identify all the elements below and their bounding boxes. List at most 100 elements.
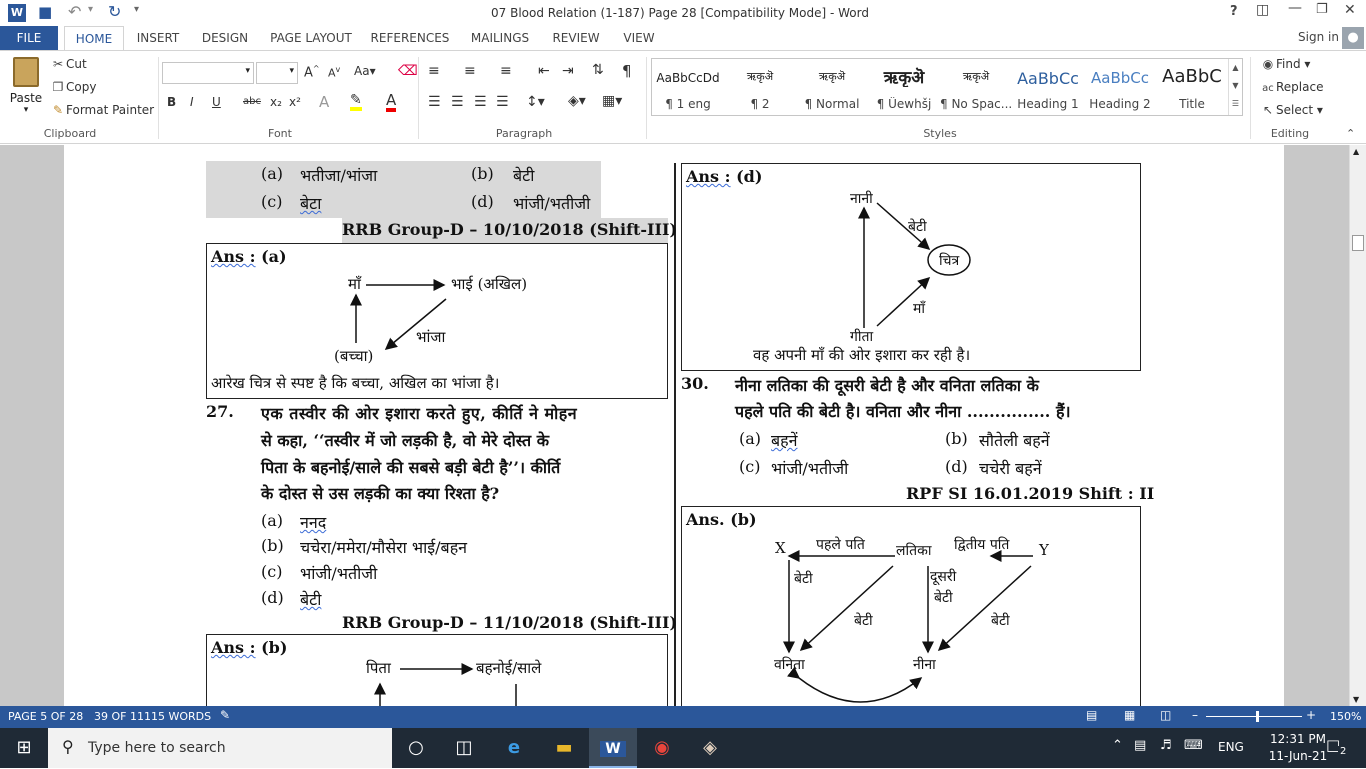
file-explorer-icon[interactable]: ▬	[540, 728, 588, 768]
find-button[interactable]: ◉ Find ▾	[1260, 57, 1311, 71]
font-size-combo[interactable]: ▾	[256, 62, 298, 84]
sign-in-link[interactable]: Sign in	[1298, 30, 1339, 44]
superscript-button[interactable]: x²	[289, 95, 301, 109]
avatar[interactable]: ●	[1342, 27, 1364, 49]
sort-icon[interactable]: ⇅	[592, 62, 604, 78]
text-effects-icon[interactable]: A	[319, 93, 329, 111]
clock-time[interactable]: 12:31 PM	[1268, 732, 1328, 746]
taskbar-search[interactable]: ⚲ Type here to search	[48, 728, 392, 768]
help-button[interactable]: ?	[1230, 4, 1238, 19]
read-mode-icon[interactable]: ▤	[1086, 708, 1097, 722]
align-right-icon[interactable]: ☰	[474, 94, 487, 110]
vertical-scrollbar[interactable]: ▲ ▼	[1349, 145, 1366, 706]
paste-button[interactable]: Paste ▾	[8, 57, 44, 121]
subscript-button[interactable]: x₂	[270, 95, 282, 109]
word-taskbar-icon[interactable]: W	[589, 728, 637, 768]
multilevel-list-icon[interactable]: ≡	[500, 63, 512, 79]
redo-icon[interactable]: ↻	[108, 2, 121, 21]
style-heading-2[interactable]: AaBbCc Heading 2	[1084, 59, 1156, 115]
copy-button[interactable]: ❐ Copy	[50, 80, 97, 94]
zoom-out-icon[interactable]: –	[1192, 708, 1198, 722]
word-count[interactable]: 39 OF 11115 WORDS	[94, 710, 211, 723]
print-layout-icon[interactable]: ▦	[1124, 708, 1135, 722]
zoom-level[interactable]: 150%	[1330, 710, 1361, 723]
tab-mailings[interactable]: MAILINGS	[466, 26, 534, 50]
font-name-combo[interactable]: ▾	[162, 62, 254, 84]
page-count[interactable]: PAGE 5 OF 28	[8, 710, 83, 723]
tab-references[interactable]: REFERENCES	[370, 26, 450, 50]
scroll-up-icon[interactable]: ▲	[1353, 147, 1359, 156]
language-indicator[interactable]: ENG	[1218, 740, 1244, 754]
chrome-icon[interactable]: ◉	[638, 728, 686, 768]
styles-gallery[interactable]: AaBbCcDd ¶ 1 eng ऋकृऄ ¶ 2 ऋकृऄ ¶ Normal ऋकृ…	[651, 58, 1243, 116]
document-page[interactable]: (a) भतीजा/भांजा (b) बेटी (c) बेटा (d) भा…	[64, 145, 1284, 706]
edge-icon[interactable]: e	[490, 728, 538, 768]
tab-home[interactable]: HOME	[64, 26, 124, 50]
style-title[interactable]: AaBbC Title	[1156, 59, 1228, 115]
scroll-down-icon[interactable]: ▼	[1353, 695, 1359, 704]
replace-button[interactable]: ac Replace	[1260, 80, 1323, 94]
proofing-icon[interactable]: ✎	[220, 708, 230, 722]
align-left-icon[interactable]: ☰	[428, 94, 441, 110]
style-uewhsj[interactable]: ऋकृऄ ¶ Üewhšj	[868, 59, 940, 115]
align-center-icon[interactable]: ☰	[451, 94, 464, 110]
clear-formatting-icon[interactable]: ⌫	[398, 63, 418, 79]
style-2[interactable]: ऋकृऄ ¶ 2	[724, 59, 796, 115]
task-view-icon[interactable]: ◫	[440, 728, 488, 768]
keyboard-icon[interactable]: ⌨	[1184, 738, 1203, 753]
cortana-icon[interactable]: ○	[392, 728, 440, 768]
change-case-button[interactable]: Aa▾	[354, 64, 376, 78]
line-spacing-icon[interactable]: ↕▾	[526, 94, 545, 110]
decrease-indent-icon[interactable]: ⇤	[538, 63, 550, 79]
pilcrow-icon[interactable]: ¶	[622, 62, 632, 80]
italic-button[interactable]: I	[190, 95, 194, 109]
zoom-slider[interactable]	[1206, 716, 1302, 717]
minimize-icon[interactable]: —	[1288, 0, 1302, 16]
underline-button[interactable]: U	[212, 95, 221, 109]
format-painter-button[interactable]: ✎ Format Painter	[50, 103, 154, 117]
grow-font-button[interactable]: A^	[304, 64, 320, 80]
bullets-icon[interactable]: ≡	[428, 63, 440, 79]
style-1-eng[interactable]: AaBbCcDd ¶ 1 eng	[652, 59, 724, 115]
cut-button[interactable]: ✂ Cut	[50, 57, 87, 71]
select-button[interactable]: ↖ Select ▾	[1260, 103, 1323, 117]
close-icon[interactable]: ✕	[1344, 2, 1356, 18]
network-icon[interactable]: ▤	[1134, 738, 1146, 753]
shading-icon[interactable]: ◈▾	[568, 93, 586, 109]
tab-page-layout[interactable]: PAGE LAYOUT	[266, 26, 356, 50]
strikethrough-button[interactable]: abc	[243, 96, 261, 107]
styles-scroll[interactable]: ▲ ▼ ☰	[1228, 59, 1242, 115]
tab-view[interactable]: VIEW	[618, 26, 660, 50]
increase-indent-icon[interactable]: ⇥	[562, 63, 574, 79]
justify-icon[interactable]: ☰	[496, 94, 509, 110]
dropdown-icon[interactable]: ▾	[88, 4, 93, 15]
clock-date[interactable]: 11-Jun-21	[1268, 749, 1328, 763]
web-layout-icon[interactable]: ◫	[1160, 708, 1171, 722]
volume-icon[interactable]: ♬	[1160, 738, 1172, 753]
font-color-icon[interactable]: A	[386, 93, 397, 112]
shrink-font-button[interactable]: Av	[328, 65, 340, 80]
collapse-ribbon-icon[interactable]: ⌃	[1346, 127, 1355, 140]
style-normal[interactable]: ऋकृऄ ¶ Normal	[796, 59, 868, 115]
numbering-icon[interactable]: ≡	[464, 63, 476, 79]
undo-icon[interactable]: ↶	[68, 2, 81, 21]
word-app-icon[interactable]: W	[8, 4, 26, 22]
tab-review[interactable]: REVIEW	[548, 26, 604, 50]
highlight-icon[interactable]: ✎	[350, 93, 362, 111]
paint-icon[interactable]: ◈	[686, 728, 734, 768]
tab-design[interactable]: DESIGN	[198, 26, 252, 50]
tray-chevron-icon[interactable]: ⌃	[1112, 738, 1123, 753]
customize-qat-icon[interactable]: ▾	[134, 4, 139, 15]
windows-start-icon[interactable]: ⊞	[0, 728, 48, 768]
save-icon[interactable]: ■	[38, 3, 52, 21]
zoom-in-icon[interactable]: +	[1306, 708, 1316, 722]
restore-icon[interactable]: ❐	[1316, 2, 1328, 17]
tab-file[interactable]: FILE	[0, 26, 58, 50]
zoom-thumb[interactable]	[1256, 711, 1259, 722]
scroll-thumb[interactable]	[1352, 235, 1364, 251]
bold-button[interactable]: B	[167, 95, 176, 109]
style-heading-1[interactable]: AaBbCc Heading 1	[1012, 59, 1084, 115]
ribbon-display-icon[interactable]: ◫	[1256, 2, 1269, 18]
tab-insert[interactable]: INSERT	[132, 26, 184, 50]
style-no-spacing[interactable]: ऋकृऄ ¶ No Spac...	[940, 59, 1012, 115]
